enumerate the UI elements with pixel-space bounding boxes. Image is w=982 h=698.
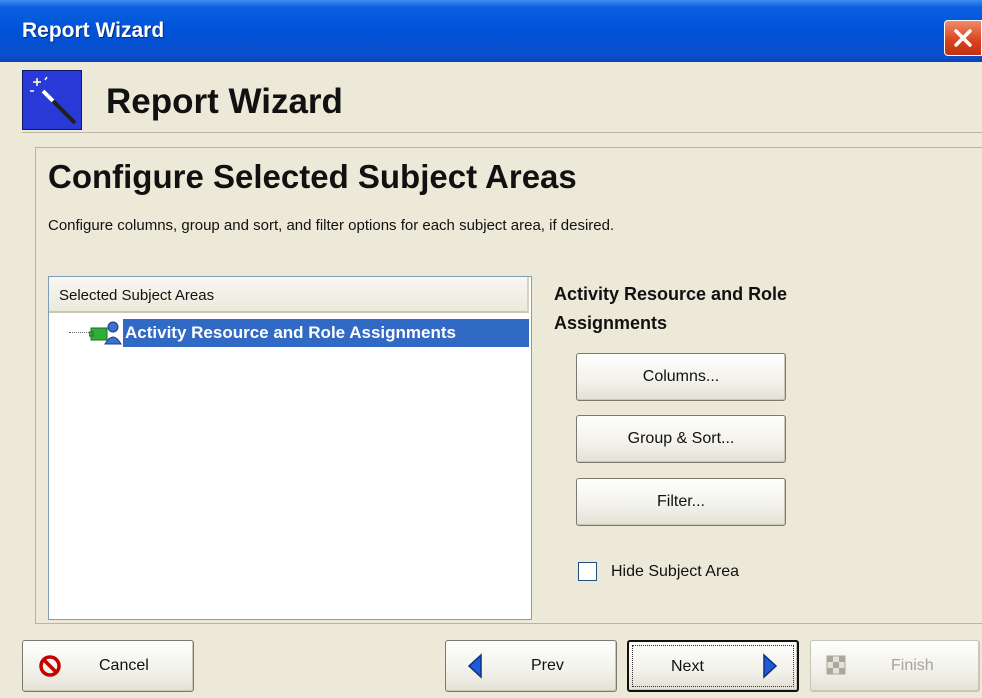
title-bar[interactable]: Report Wizard [0,0,982,62]
group-sort-button[interactable]: Group & Sort... [576,415,786,463]
tree-item-label: Activity Resource and Role Assignments [125,323,456,342]
cancel-button-label: Cancel [99,657,149,674]
tree-connector [69,332,91,333]
checkered-flag-icon [826,655,846,675]
prev-button[interactable]: Prev [445,640,617,692]
hide-subject-area-label: Hide Subject Area [611,563,740,580]
finish-button-label: Finish [891,657,934,674]
tree-column-header-label: Selected Subject Areas [59,287,215,304]
window-title: Report Wizard [22,19,165,42]
page-title: Configure Selected Subject Areas [48,158,577,195]
cancel-button[interactable]: Cancel [22,640,194,692]
resource-assignment-icon [88,320,123,351]
next-button[interactable]: Next [627,640,799,692]
next-button-label: Next [671,658,704,675]
columns-button[interactable]: Columns... [576,353,786,401]
filter-button[interactable]: Filter... [576,478,786,526]
prev-button-label: Prev [531,657,564,674]
filter-button-label: Filter... [656,493,705,510]
tree-column-header[interactable]: Selected Subject Areas [49,277,529,313]
next-arrow-icon [763,653,778,679]
close-button[interactable] [944,20,982,56]
finish-button[interactable]: Finish [810,640,980,692]
subject-area-title: Activity Resource and Role Assignments [554,284,788,333]
subject-areas-tree[interactable]: Selected Subject Areas Activity Resource… [48,276,532,620]
magic-wand-icon [22,70,82,130]
group-sort-button-label: Group & Sort... [627,430,735,447]
prev-arrow-icon [467,653,482,679]
wizard-header: Report Wizard [22,66,982,133]
tree-item-activity-resource[interactable]: Activity Resource and Role Assignments [123,319,529,347]
header-title: Report Wizard [106,82,343,121]
close-icon [954,29,972,47]
hide-subject-area-checkbox[interactable] [578,562,597,581]
page-description: Configure columns, group and sort, and f… [48,217,615,234]
columns-button-label: Columns... [642,368,720,385]
cancel-icon [39,655,61,677]
